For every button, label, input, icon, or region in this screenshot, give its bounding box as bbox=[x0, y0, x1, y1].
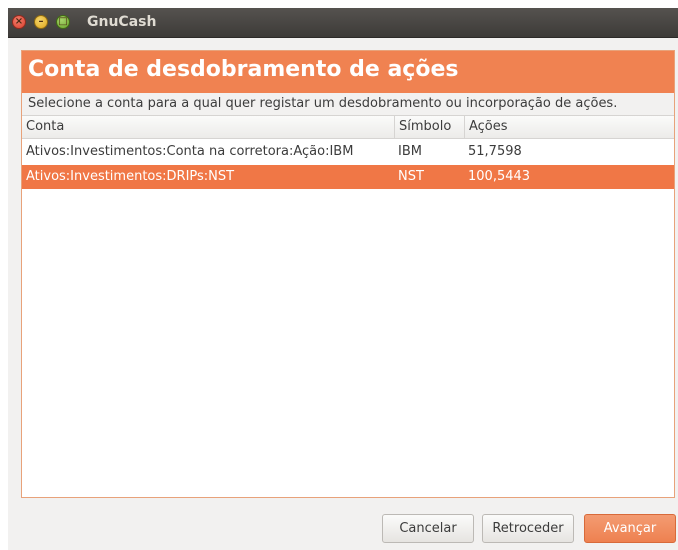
assistant-page: Conta de desdobramento de ações Selecion… bbox=[21, 50, 675, 498]
column-header-simbolo[interactable]: Símbolo bbox=[394, 116, 464, 138]
next-button[interactable]: Avançar bbox=[584, 514, 676, 543]
shares-cell: 100,5443 bbox=[468, 169, 531, 184]
title-bar: × – □ GnuCash bbox=[8, 8, 678, 38]
back-button[interactable]: Retroceder bbox=[482, 514, 574, 543]
account-cell: Ativos:Investimentos:Conta na corretora:… bbox=[26, 144, 354, 159]
column-header-conta[interactable]: Conta bbox=[22, 116, 394, 138]
maximize-icon: □ bbox=[58, 16, 68, 27]
close-window-button[interactable]: × bbox=[12, 15, 26, 29]
shares-cell: 51,7598 bbox=[468, 144, 522, 159]
page-title: Conta de desdobramento de ações bbox=[28, 57, 459, 82]
symbol-cell: NST bbox=[398, 169, 424, 184]
symbol-cell: IBM bbox=[398, 144, 422, 159]
minimize-window-button[interactable]: – bbox=[34, 15, 48, 29]
account-cell: Ativos:Investimentos:DRIPs:NST bbox=[26, 169, 235, 184]
table-row[interactable]: Ativos:Investimentos:Conta na corretora:… bbox=[22, 140, 674, 164]
minimize-icon: – bbox=[38, 16, 44, 27]
gnucash-window: × – □ GnuCash Conta de desdobramento de … bbox=[8, 8, 678, 550]
maximize-window-button[interactable]: □ bbox=[56, 15, 70, 29]
accounts-table: Conta Símbolo Ações Ativos:Investimentos… bbox=[22, 115, 674, 497]
window-title: GnuCash bbox=[87, 14, 157, 30]
instructions-text: Selecione a conta para a qual quer regis… bbox=[22, 93, 674, 115]
cancel-button[interactable]: Cancelar bbox=[382, 514, 474, 543]
table-header: Conta Símbolo Ações bbox=[22, 115, 674, 139]
page-header: Conta de desdobramento de ações bbox=[22, 51, 674, 93]
table-row-selected[interactable]: Ativos:Investimentos:DRIPs:NST NST 100,5… bbox=[22, 165, 674, 189]
close-icon: × bbox=[14, 16, 24, 27]
column-header-acoes[interactable]: Ações bbox=[464, 116, 674, 138]
